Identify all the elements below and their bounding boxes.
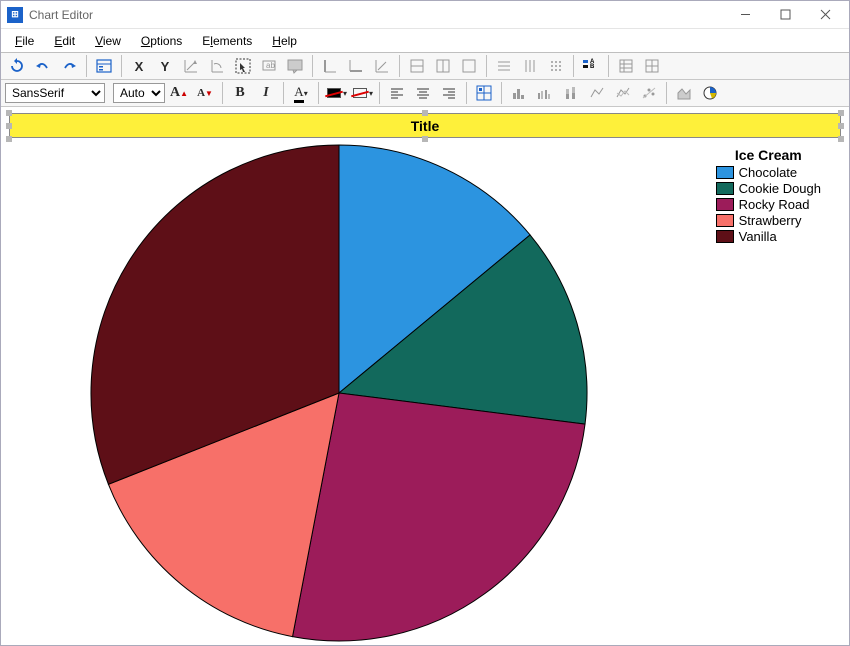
minimize-button[interactable] — [725, 2, 765, 28]
legend-item[interactable]: Chocolate — [716, 165, 821, 180]
window-title: Chart Editor — [29, 8, 725, 22]
legend-item[interactable]: Strawberry — [716, 213, 821, 228]
pie-chart[interactable] — [89, 143, 589, 643]
grid-v-icon[interactable] — [518, 55, 542, 77]
properties-icon[interactable] — [92, 55, 116, 77]
legend-label: Rocky Road — [739, 197, 810, 212]
increase-font-icon[interactable]: A▲ — [167, 82, 191, 104]
transpose-icon[interactable] — [179, 55, 203, 77]
grouped-bar-icon[interactable] — [533, 82, 557, 104]
menu-view[interactable]: View — [85, 32, 131, 50]
fill-color-icon[interactable]: ▾ — [324, 82, 348, 104]
maximize-button[interactable] — [765, 2, 805, 28]
axis-left-icon[interactable] — [318, 55, 342, 77]
selection-handle[interactable] — [838, 136, 844, 142]
selection-handle[interactable] — [838, 110, 844, 116]
toolbar-2: SansSerif Auto A▲ A▼ B I A▾ ▾ ▾ — [1, 80, 849, 107]
italic-icon[interactable]: I — [254, 82, 278, 104]
legend-swatch — [716, 198, 734, 211]
annotation-tool-icon[interactable] — [283, 55, 307, 77]
selection-handle[interactable] — [6, 136, 12, 142]
svg-text:B: B — [590, 64, 595, 70]
pie-slice[interactable] — [293, 393, 586, 641]
stacked-bar-icon[interactable] — [559, 82, 583, 104]
menu-file[interactable]: File — [5, 32, 44, 50]
grid-h-icon[interactable] — [492, 55, 516, 77]
menu-edit[interactable]: Edit — [44, 32, 85, 50]
legend-label: Strawberry — [739, 213, 802, 228]
menu-elements[interactable]: Elements — [192, 32, 262, 50]
legend-label: Vanilla — [739, 229, 777, 244]
rotate-icon[interactable] — [205, 55, 229, 77]
legend-title: Ice Cream — [716, 147, 821, 163]
close-button[interactable] — [805, 2, 845, 28]
selection-handle[interactable] — [422, 110, 428, 116]
legend-item[interactable]: Cookie Dough — [716, 181, 821, 196]
chart-title-text: Title — [411, 118, 440, 134]
select-tool-icon[interactable] — [231, 55, 255, 77]
legend-swatch — [716, 214, 734, 227]
selection-handle[interactable] — [6, 123, 12, 129]
legend-swatch — [716, 182, 734, 195]
selection-handle[interactable] — [6, 110, 12, 116]
legend-label: Cookie Dough — [739, 181, 821, 196]
menu-file-rest: ile — [22, 34, 34, 48]
axis-bottom-icon[interactable] — [344, 55, 368, 77]
chart-grid-icon[interactable] — [472, 82, 496, 104]
legend-item[interactable]: Vanilla — [716, 229, 821, 244]
redo-icon[interactable] — [57, 55, 81, 77]
legend-swatch — [716, 166, 734, 179]
svg-text:ab: ab — [266, 61, 275, 70]
app-icon: ⊞ — [7, 7, 23, 23]
font-size-select[interactable]: Auto — [113, 83, 165, 103]
legend-list-icon[interactable]: AB — [579, 55, 603, 77]
grid2-icon[interactable] — [640, 55, 664, 77]
line-chart-icon[interactable] — [585, 82, 609, 104]
frame1-icon[interactable] — [405, 55, 429, 77]
undo-cycle-icon[interactable] — [5, 55, 29, 77]
multi-line-icon[interactable] — [611, 82, 635, 104]
menubar: File Edit View Options Elements Help — [1, 29, 849, 53]
table-icon[interactable] — [614, 55, 638, 77]
selection-handle[interactable] — [422, 136, 428, 142]
selection-handle[interactable] — [838, 123, 844, 129]
legend[interactable]: Ice Cream ChocolateCookie DoughRocky Roa… — [716, 147, 821, 245]
border-color-icon[interactable]: ▾ — [350, 82, 374, 104]
pie-icon[interactable] — [698, 82, 722, 104]
chart-canvas[interactable]: Title Ice Cream ChocolateCookie DoughRoc… — [1, 107, 849, 643]
legend-item[interactable]: Rocky Road — [716, 197, 821, 212]
grid-dots-icon[interactable] — [544, 55, 568, 77]
titlebar: ⊞ Chart Editor — [1, 1, 849, 29]
frame2-icon[interactable] — [431, 55, 455, 77]
label-tool-icon[interactable]: ab — [257, 55, 281, 77]
decrease-font-icon[interactable]: A▼ — [193, 82, 217, 104]
align-right-icon[interactable] — [437, 82, 461, 104]
font-color-icon[interactable]: A▾ — [289, 82, 313, 104]
x-axis-icon[interactable]: X — [127, 55, 151, 77]
frame3-icon[interactable] — [457, 55, 481, 77]
toolbar-1: X Y ab AB — [1, 53, 849, 80]
legend-swatch — [716, 230, 734, 243]
undo-icon[interactable] — [31, 55, 55, 77]
y-axis-icon[interactable]: Y — [153, 55, 177, 77]
diagonal-icon[interactable] — [370, 55, 394, 77]
menu-options[interactable]: Options — [131, 32, 192, 50]
menu-help[interactable]: Help — [262, 32, 307, 50]
bold-icon[interactable]: B — [228, 82, 252, 104]
bar-chart-icon[interactable] — [507, 82, 531, 104]
align-center-icon[interactable] — [411, 82, 435, 104]
legend-label: Chocolate — [739, 165, 798, 180]
scatter-icon[interactable] — [637, 82, 661, 104]
area-icon[interactable] — [672, 82, 696, 104]
align-left-icon[interactable] — [385, 82, 409, 104]
font-family-select[interactable]: SansSerif — [5, 83, 105, 103]
chart-title-box[interactable]: Title — [9, 113, 841, 138]
